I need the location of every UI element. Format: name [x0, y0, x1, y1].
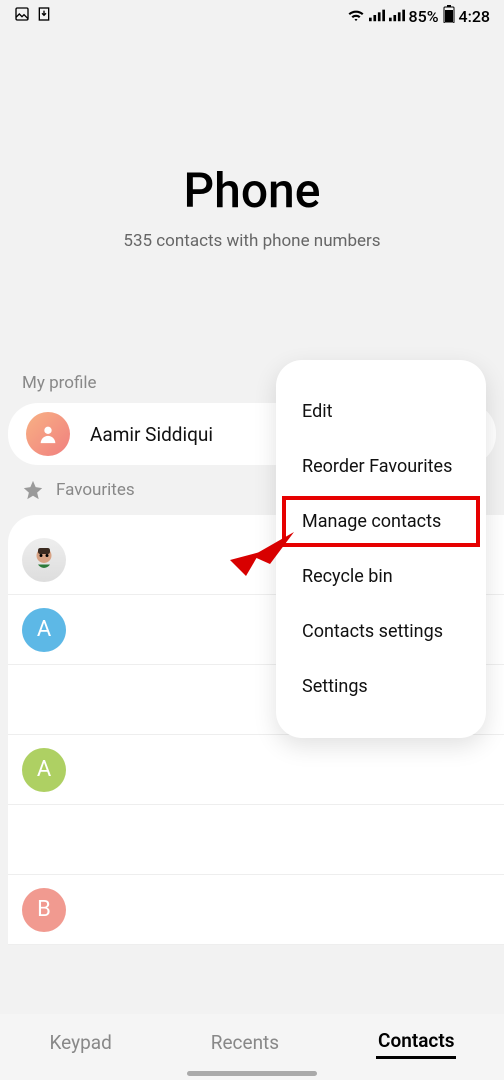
tab-recents[interactable]: Recents: [209, 1027, 281, 1058]
list-item[interactable]: [8, 805, 504, 875]
contact-avatar: B: [22, 888, 66, 932]
app-header: Phone 535 contacts with phone numbers: [0, 32, 504, 361]
annotation-arrow-icon: [230, 520, 294, 588]
overflow-menu: Edit Reorder Favourites Manage contacts …: [276, 360, 486, 738]
contact-avatar-emoji: [22, 538, 66, 582]
menu-settings[interactable]: Settings: [280, 659, 482, 714]
signal-icon: [369, 7, 385, 26]
status-bar: 85% 4:28: [0, 0, 504, 32]
nav-handle[interactable]: [187, 1071, 317, 1076]
menu-recycle-bin[interactable]: Recycle bin: [280, 549, 482, 604]
menu-manage-contacts[interactable]: Manage contacts: [280, 494, 482, 549]
wifi-icon: [347, 7, 365, 26]
contact-avatar: A: [22, 748, 66, 792]
menu-contacts-settings[interactable]: Contacts settings: [280, 604, 482, 659]
menu-reorder-favourites[interactable]: Reorder Favourites: [280, 439, 482, 494]
list-item[interactable]: B: [8, 875, 504, 945]
menu-edit[interactable]: Edit: [280, 384, 482, 439]
page-subtitle: 535 contacts with phone numbers: [20, 231, 484, 251]
contact-avatar: A: [22, 608, 66, 652]
page-title: Phone: [20, 162, 484, 219]
image-icon: [14, 6, 30, 26]
battery-percent: 85%: [409, 7, 439, 26]
battery-icon: [443, 5, 455, 27]
star-icon: [22, 479, 44, 501]
favourites-label: Favourites: [56, 480, 135, 500]
bottom-tab-bar: Keypad Recents Contacts: [0, 1014, 504, 1080]
tab-contacts[interactable]: Contacts: [376, 1025, 456, 1059]
download-icon: [36, 6, 52, 26]
status-right: 85% 4:28: [347, 5, 490, 27]
profile-name: Aamir Siddiqui: [90, 423, 213, 446]
signal-icon-2: [389, 7, 405, 26]
list-item[interactable]: A: [8, 735, 504, 805]
tab-keypad[interactable]: Keypad: [47, 1027, 113, 1058]
status-left-icons: [14, 6, 52, 26]
clock-time: 4:28: [459, 7, 491, 26]
profile-avatar: [26, 412, 70, 456]
